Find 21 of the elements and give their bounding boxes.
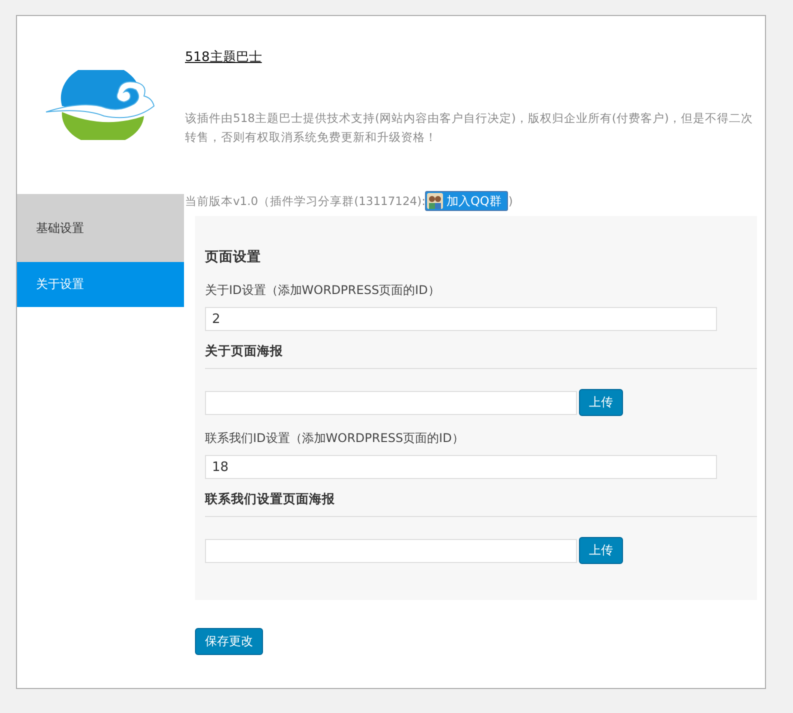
upload-button[interactable]: 上传: [579, 389, 623, 416]
input-field[interactable]: [205, 538, 577, 562]
version-text: 当前版本v1.0（插件学习分享群(13117124):: [185, 194, 426, 208]
input-field[interactable]: [205, 390, 577, 414]
description-text: 该插件由518主题巴士提供技术支持(网站内容由客户自行决定)，版权归企业所有(付费客户)，但是不得二次转售，否则有权取消系统免费更新和升级资格！: [185, 110, 754, 146]
join-group-button[interactable]: 加入QQ群: [425, 191, 508, 211]
input-field[interactable]: 2: [205, 307, 717, 331]
closing-paren: ): [508, 194, 513, 208]
sidebar-tab[interactable]: 关于设置: [17, 262, 184, 307]
save-button[interactable]: 保存更改: [195, 628, 263, 655]
input-field[interactable]: 18: [205, 455, 717, 479]
field-heading: 关于页面海报: [205, 343, 757, 369]
title-link[interactable]: 518主题巴士: [185, 48, 262, 66]
section-title: 页面设置: [205, 248, 262, 266]
people-icon: [427, 193, 444, 209]
upload-button[interactable]: 上传: [579, 537, 623, 564]
sidebar-tab[interactable]: 基础设置: [17, 194, 184, 262]
field-label: 联系我们ID设置（添加WORDPRESS页面的ID）: [205, 430, 465, 447]
logo-icon: [44, 70, 158, 140]
field-label: 关于ID设置（添加WORDPRESS页面的ID）: [205, 282, 441, 299]
field-heading: 联系我们设置页面海报: [205, 491, 757, 517]
